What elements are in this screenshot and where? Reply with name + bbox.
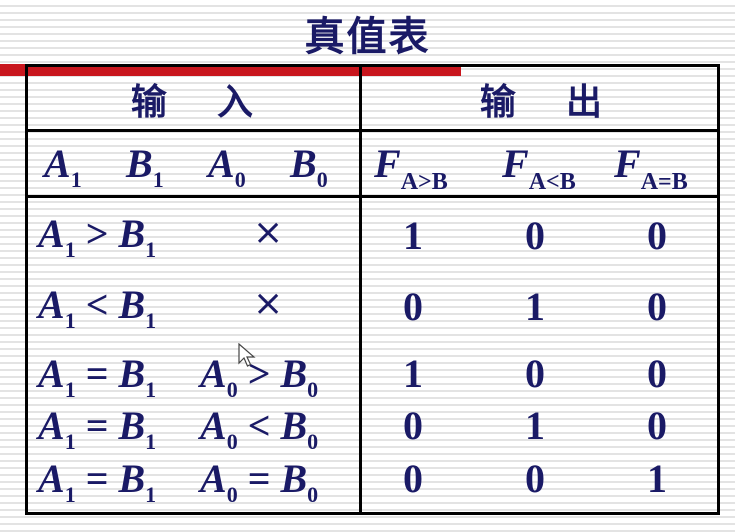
col-header-b1: B1	[126, 141, 164, 192]
col-header-a0: A0	[208, 141, 246, 192]
table-row-1-f-less: 0	[525, 213, 545, 258]
col-header-f-greater: FA>B	[374, 141, 448, 195]
table-row-2-f-equal: 0	[647, 284, 667, 329]
output-header: 输 出	[479, 82, 603, 123]
table-row-4-cond-high: A1 = B1	[38, 403, 157, 454]
table-row-5-f-greater: 0	[403, 456, 423, 501]
col-header-f-less: FA<B	[502, 141, 576, 195]
table-row-4-f-equal: 0	[647, 403, 667, 448]
table-row-5-f-equal: 1	[647, 456, 667, 501]
table-row-2-cond-high: A1 < B1	[38, 282, 157, 333]
table-row-4-cond-low: A0 < B0	[200, 403, 319, 454]
title-accent-bar	[0, 64, 25, 76]
table-row-5-f-less: 0	[525, 456, 545, 501]
col-header-b0: B0	[290, 141, 328, 192]
mouse-pointer-icon	[238, 342, 256, 374]
col-header-f-equal: FA=B	[614, 141, 688, 195]
table-row-3-cond-low: A0 > B0	[200, 351, 319, 402]
table-row-3-f-greater: 1	[403, 351, 423, 396]
table-row-5-cond-high: A1 = B1	[38, 456, 157, 507]
table-row-3-cond-high: A1 = B1	[38, 351, 157, 402]
table-row-3-f-less: 0	[525, 351, 545, 396]
table-row-1-f-greater: 1	[403, 213, 423, 258]
table-row-5-cond-low: A0 = B0	[200, 456, 319, 507]
table-row-1-cond-high: A1 > B1	[38, 211, 157, 262]
table-row-2-f-greater: 0	[403, 284, 423, 329]
page-title: 真值表	[304, 14, 431, 60]
table-row-2-f-less: 1	[525, 284, 545, 329]
table-row-3-f-equal: 0	[647, 351, 667, 396]
dont-care-mark: ×	[253, 283, 284, 324]
col-header-a1: A1	[44, 141, 82, 192]
input-header: 输 入	[130, 82, 254, 123]
table-row-4-f-less: 1	[525, 403, 545, 448]
table-row-4-f-greater: 0	[403, 403, 423, 448]
table-row-1-f-equal: 0	[647, 213, 667, 258]
dont-care-mark: ×	[253, 212, 284, 253]
